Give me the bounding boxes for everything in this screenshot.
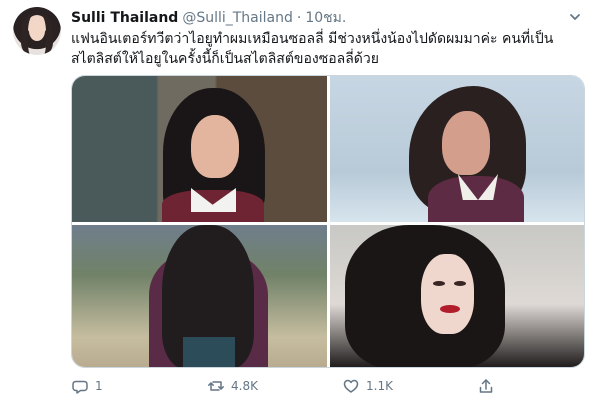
like-count: 1.1K xyxy=(366,379,393,393)
retweet-count: 4.8K xyxy=(231,379,258,393)
photo-top-right[interactable] xyxy=(330,76,584,222)
photo-bottom-right[interactable] xyxy=(330,225,584,367)
tweet-actions: 1 4.8K 1.1K xyxy=(71,375,576,397)
tweet-text: แฟนอินเตอร์ทวีตว่าไอยูทำผมเหมือนซอลลี่ ม… xyxy=(71,31,554,67)
retweet-button[interactable]: 4.8K xyxy=(207,375,258,397)
author-name[interactable]: Sulli Thailand xyxy=(71,10,178,26)
photo-eye-left-shape xyxy=(433,281,445,286)
photo-lips-shape xyxy=(440,305,460,313)
reply-button[interactable]: 1 xyxy=(71,375,103,397)
photo-bottom-left[interactable] xyxy=(72,225,327,367)
author-handle[interactable]: @Sulli_Thailand xyxy=(182,10,293,26)
reply-count: 1 xyxy=(95,379,103,393)
media-gallery[interactable] xyxy=(71,75,585,368)
share-button[interactable] xyxy=(477,375,495,397)
photo-top-left[interactable] xyxy=(72,76,327,222)
photo-face-shape xyxy=(191,115,239,178)
heart-icon xyxy=(342,377,360,395)
photo-eye-right-shape xyxy=(454,281,466,286)
tweet-card[interactable]: Sulli Thailand @Sulli_Thailand · 10ชม. แ… xyxy=(0,0,600,404)
share-icon xyxy=(477,377,495,395)
chevron-down-icon[interactable] xyxy=(568,9,582,23)
photo-skirt-shape xyxy=(183,337,235,367)
photo-face-shape xyxy=(421,254,474,334)
tweet-header: Sulli Thailand @Sulli_Thailand · 10ชม. xyxy=(71,7,346,29)
photo-face-shape xyxy=(442,111,490,175)
reply-icon xyxy=(71,377,89,395)
timestamp[interactable]: 10ชม. xyxy=(305,7,346,29)
avatar[interactable] xyxy=(13,7,61,55)
retweet-icon xyxy=(207,377,225,395)
like-button[interactable]: 1.1K xyxy=(342,375,393,397)
timestamp-separator: · xyxy=(296,10,302,26)
